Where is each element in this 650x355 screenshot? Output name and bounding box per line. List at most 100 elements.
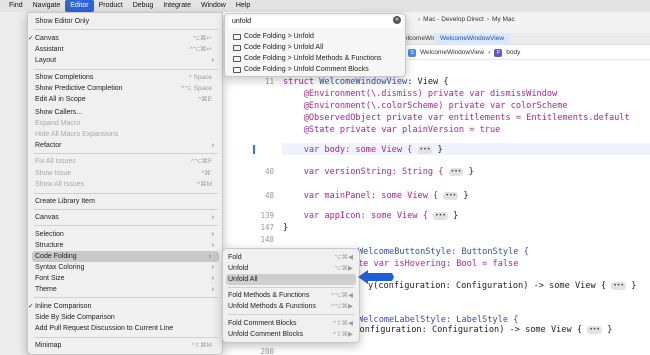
folded-ellipsis[interactable]: ••• [433,211,448,220]
menu-item-icon [233,34,241,40]
menu-item-canvas[interactable]: ✓ Canvas ⌥⌘↩ [28,33,222,44]
menu-item-fold-comments[interactable]: Fold Comment Blocks ^⇧⌘◀ [223,318,359,329]
folded-ellipsis[interactable]: ••• [448,167,464,176]
menu-item-show-predictive[interactable]: Show Predictive Completion ^⌥ Space [28,83,222,94]
menu-separator [34,153,218,154]
menu-item-fold[interactable]: Fold ⌥⌘◀ [223,252,359,263]
code-line: 40 var versionString: String { ••• } [264,167,474,177]
scheme-selector[interactable]: › Mac - Develop Direct › My Mac [418,16,515,23]
menu-product[interactable]: Product [94,0,128,12]
menu-item-layout[interactable]: Layout › [28,55,222,66]
menu-separator [228,287,354,288]
menu-window[interactable]: Window [196,0,231,12]
menu-item-add-pr[interactable]: Add Pull Request Discussion to Current L… [28,323,222,334]
clear-search-icon[interactable]: ✕ [393,16,401,24]
menu-navigate[interactable]: Navigate [28,0,66,12]
menu-item-font-size[interactable]: Font Size › [28,273,222,284]
code-line: 147} [260,223,289,233]
menu-item-code-folding[interactable]: Code Folding › [32,251,219,262]
chevron-right-icon: › [211,231,214,238]
menu-item-unfold-methods[interactable]: Unfold Methods & Functions ^⌥⌘▶ [223,301,359,312]
menu-item-create-library[interactable]: Create Library Item [28,196,222,207]
menu-separator [34,337,218,338]
menu-editor[interactable]: Editor [65,0,94,12]
code-line: 48 var mainPanel: some View { ••• } [264,191,469,201]
swift-file-icon: S [408,48,416,57]
menu-item-show-callers[interactable]: Show Callers... [28,107,222,118]
code-line: 200 [260,347,274,355]
code-line: @Environment(\.dismiss) private var dism… [283,89,558,99]
property-icon: P [494,48,503,57]
menu-item-fix-all: Fix All Issues ^⌥⌘F [35,158,212,165]
menu-item-refactor[interactable]: Refactor › [28,140,222,151]
menu-separator [34,297,218,298]
menu-item-hide-macro: Hide All Macro Expansions [35,131,119,138]
menu-item-icon [233,67,241,73]
menu-item-syntax-coloring[interactable]: Syntax Coloring › [28,262,222,273]
menu-item-inline-comparison[interactable]: ✓ Inline Comparison [28,301,222,312]
code-line: 11 struct WelcomeWindowView: View { [264,77,449,87]
menu-bar: Find Navigate Editor Product Debug Integ… [0,0,650,12]
menu-item-unfold-all[interactable]: Unfold All [226,274,356,285]
checkmark-icon: ✓ [28,303,34,310]
menu-item-minimap[interactable]: Minimap ^⇧⌘M [28,340,222,351]
chevron-right-icon: › [211,286,214,293]
menu-item-side-by-side[interactable]: Side By Side Comparison [28,312,222,323]
checkmark-icon: ✓ [28,35,34,42]
jumpbar-symbol[interactable]: body [506,49,520,56]
search-result[interactable]: Code Folding > Unfold Methods & Function… [233,54,382,64]
tab-active[interactable]: WelcomeWindowView [434,33,511,45]
chevron-right-icon: › [211,57,214,64]
scheme-target[interactable]: Mac - Develop Direct [423,16,484,23]
folded-ellipsis[interactable]: ••• [417,145,433,154]
chevron-right-icon: › [211,242,214,249]
menu-item-structure[interactable]: Structure › [28,240,222,251]
code-line: 148 [260,235,274,244]
menu-separator [34,193,218,194]
scheme-chevron-icon: › [418,16,421,23]
chevron-right-icon: › [211,264,214,271]
menu-item-selection[interactable]: Selection › [28,229,222,240]
menu-debug[interactable]: Debug [128,0,159,12]
menu-separator [34,209,218,210]
menu-item-assistant[interactable]: Assistant ^⌥⌘↩ [28,44,222,55]
editor-menu: Show Editor Only ✓ Canvas ⌥⌘↩ Assistant ^⌥⌘… [27,12,223,355]
search-result[interactable]: Code Folding > Unfold Comment Blocks [233,65,369,75]
code-line: @ObservedObject private var entitlements… [283,113,630,123]
help-search-input[interactable]: unfold [228,16,403,28]
menu-separator [34,225,218,226]
code-line: @Environment(\.colorScheme) private var … [283,101,568,111]
menu-item-show-editor-only[interactable]: Show Editor Only [28,16,222,27]
chevron-right-icon: › [208,253,211,260]
chevron-right-icon: › [211,214,214,221]
menu-find[interactable]: Find [4,0,28,12]
scheme-destination[interactable]: My Mac [492,16,515,23]
chevron-right-icon: › [211,275,214,282]
menu-help[interactable]: Help [231,0,255,12]
menu-item-edit-all[interactable]: Edit All in Scope ^⌘E [28,94,222,105]
help-search-popup: unfold ✕ Code Folding > Unfold Code Fold… [224,13,406,77]
folded-ellipsis[interactable]: ••• [611,281,627,290]
menu-separator [228,314,354,315]
menu-item-show-completions[interactable]: Show Completions ^ Space [28,72,222,83]
folded-ellipsis[interactable]: ••• [587,325,603,334]
menu-separator [34,69,218,70]
navigator-strip [0,12,30,355]
chevron-right-icon: › [211,142,214,149]
code-line: var body: some View { ••• } [283,145,443,155]
menu-item-expand-macro: Expand Macro [35,120,81,127]
folded-ellipsis[interactable]: ••• [443,191,459,200]
menu-integrate[interactable]: Integrate [158,0,196,12]
search-result[interactable]: Code Folding > Unfold [233,32,314,42]
menu-item-icon [233,56,241,62]
jumpbar-file[interactable]: WelcomeWindowView [420,49,484,56]
menu-item-canvas-sub[interactable]: Canvas › [28,212,222,223]
menu-item-show-all-issues: Show All Issues ^⌘M [35,181,212,188]
menu-item-theme[interactable]: Theme › [28,284,222,295]
code-line: 139 var appIcon: some View { ••• } [260,211,459,221]
search-result[interactable]: Code Folding > Unfold All [233,43,323,53]
menu-item-fold-methods[interactable]: Fold Methods & Functions ^⌥⌘◀ [223,290,359,301]
arrow-left-icon [358,270,394,284]
menu-item-unfold-comments[interactable]: Unfold Comment Blocks ^⇧⌘▶ [223,329,359,340]
menu-item-unfold[interactable]: Unfold ⌥⌘▶ [223,263,359,274]
